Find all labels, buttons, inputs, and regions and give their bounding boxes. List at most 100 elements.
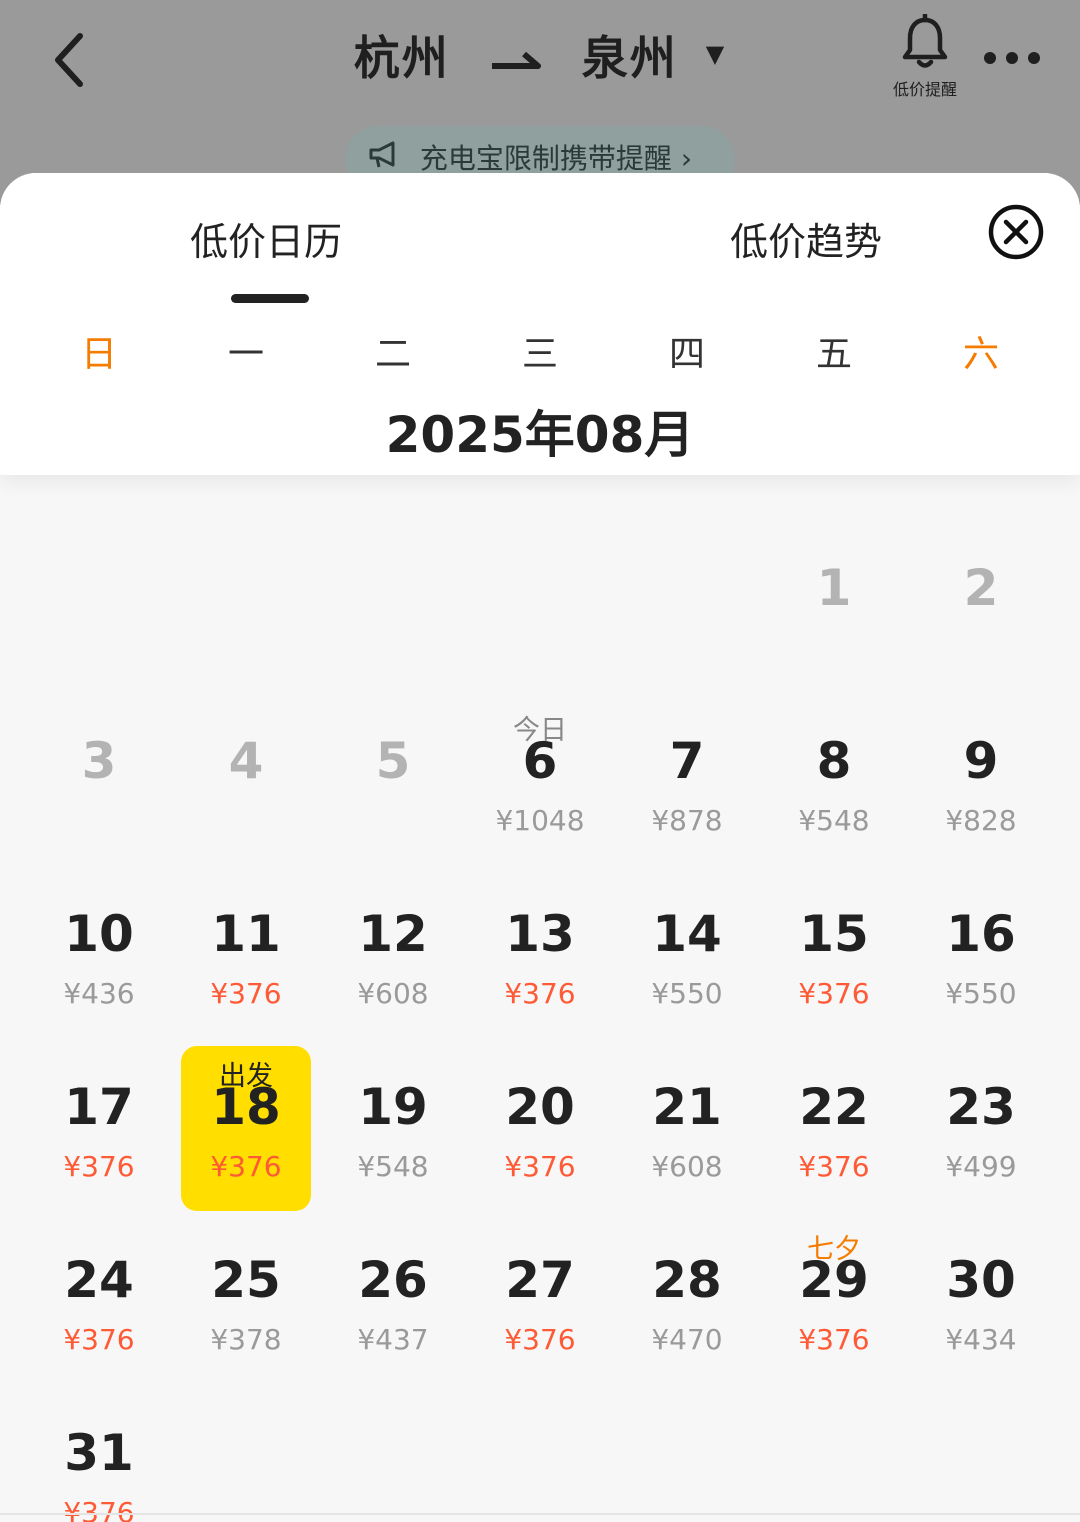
calendar-day[interactable]: 17 ¥376	[34, 1046, 164, 1211]
weekday-thu: 四	[668, 334, 705, 375]
price-label: ¥548	[798, 804, 870, 837]
calendar-day[interactable]: 27 ¥376	[475, 1219, 605, 1384]
day-number: 14	[652, 905, 722, 963]
weekday-tue: 二	[374, 334, 411, 375]
price-label: ¥470	[651, 1323, 723, 1356]
more-button[interactable]	[980, 40, 1044, 76]
calendar-day-selected[interactable]: 出发 18 ¥376	[181, 1046, 311, 1211]
tab-low-price-trend[interactable]: 低价趋势	[730, 211, 882, 266]
price-label: ¥1048	[495, 804, 585, 837]
weekday-wed: 三	[521, 334, 558, 375]
bell-icon	[902, 12, 948, 68]
divider	[0, 1513, 1080, 1515]
active-tab-indicator	[231, 294, 309, 303]
day-number: 15	[799, 905, 869, 963]
day-number: 27	[505, 1251, 575, 1309]
price-label: ¥608	[651, 1150, 723, 1183]
weekday-header-row: 日 一 二 三 四 五 六	[0, 325, 1080, 375]
calendar-day[interactable]: 今日 6 ¥1048	[475, 700, 605, 865]
calendar-day[interactable]: 12 ¥608	[328, 873, 458, 1038]
calendar-day[interactable]: 7 ¥878	[622, 700, 752, 865]
lowest-price-label: ¥376	[504, 1150, 576, 1183]
weekday-fri: 五	[815, 334, 852, 375]
day-number: 28	[652, 1251, 722, 1309]
calendar-day: 4	[181, 700, 311, 865]
calendar-day[interactable]: 11 ¥376	[181, 873, 311, 1038]
lowest-price-label: ¥376	[210, 977, 282, 1010]
day-number: 18	[211, 1078, 281, 1136]
calendar-day[interactable]: 28 ¥470	[622, 1219, 752, 1384]
day-number: 19	[358, 1078, 428, 1136]
calendar-day[interactable]: 19 ¥548	[328, 1046, 458, 1211]
calendar-day[interactable]: 13 ¥376	[475, 873, 605, 1038]
day-number: 12	[358, 905, 428, 963]
calendar-day: 5	[328, 700, 458, 865]
price-label: ¥878	[651, 804, 723, 837]
calendar-day[interactable]: 26 ¥437	[328, 1219, 458, 1384]
lowest-price-label: ¥376	[504, 1323, 576, 1356]
price-label: ¥548	[357, 1150, 429, 1183]
calendar-day[interactable]: 16 ¥550	[916, 873, 1046, 1038]
price-label: ¥434	[945, 1323, 1017, 1356]
calendar-day[interactable]: 9 ¥828	[916, 700, 1046, 865]
day-number: 8	[816, 732, 852, 790]
low-price-calendar-sheet: 低价日历 低价趋势 日 一 二 三 四 五 六 2025年08月 1 2 3 4 5 今日…	[0, 173, 1080, 1522]
lowest-price-label: ¥376	[798, 1323, 870, 1356]
day-number: 2	[963, 559, 999, 617]
day-number: 10	[64, 905, 134, 963]
day-number: 21	[652, 1078, 722, 1136]
day-number: 4	[228, 732, 264, 790]
month-title: 2025年08月	[385, 406, 695, 464]
calendar-day[interactable]: 31 ¥376	[34, 1392, 164, 1522]
chevron-right-icon: ›	[680, 142, 693, 175]
lowest-price-label: ¥376	[798, 1150, 870, 1183]
day-number: 30	[946, 1251, 1016, 1309]
calendar-day[interactable]: 14 ¥550	[622, 873, 752, 1038]
sheet-header: 低价日历 低价趋势 日 一 二 三 四 五 六 2025年08月	[0, 173, 1080, 475]
day-number: 1	[816, 559, 852, 617]
destination-city: 泉州	[581, 31, 678, 85]
close-icon	[988, 204, 1044, 260]
calendar-day[interactable]: 23 ¥499	[916, 1046, 1046, 1211]
day-number: 20	[505, 1078, 575, 1136]
price-label: ¥378	[210, 1323, 282, 1356]
calendar-day[interactable]: 25 ¥378	[181, 1219, 311, 1384]
top-navigation-bar: 杭州 泉州 ▼ 低价提醒 充电宝限制携带提醒 ›	[0, 0, 1080, 200]
calendar-day[interactable]: 10 ¥436	[34, 873, 164, 1038]
lowest-price-label: ¥376	[504, 977, 576, 1010]
calendar-day[interactable]: 24 ¥376	[34, 1219, 164, 1384]
calendar-day[interactable]: 22 ¥376	[769, 1046, 899, 1211]
price-alert-button[interactable]: 低价提醒	[880, 12, 970, 100]
price-label: ¥437	[357, 1323, 429, 1356]
calendar-day[interactable]: 30 ¥434	[916, 1219, 1046, 1384]
calendar-day: 2	[916, 527, 1046, 692]
day-number: 6	[522, 732, 558, 790]
day-number: 3	[81, 732, 117, 790]
day-number: 16	[946, 905, 1016, 963]
day-number: 7	[669, 732, 705, 790]
lowest-price-label: ¥376	[63, 1323, 135, 1356]
calendar-day[interactable]: 15 ¥376	[769, 873, 899, 1038]
day-number: 13	[505, 905, 575, 963]
day-number: 9	[963, 732, 999, 790]
more-dots-icon	[984, 52, 1040, 64]
price-label: ¥550	[945, 977, 1017, 1010]
close-button[interactable]	[987, 203, 1045, 261]
calendar-day[interactable]: 8 ¥548	[769, 700, 899, 865]
calendar-day: 3	[34, 700, 164, 865]
calendar-day[interactable]: 20 ¥376	[475, 1046, 605, 1211]
price-alert-label: 低价提醒	[892, 80, 957, 99]
calendar-day[interactable]: 21 ¥608	[622, 1046, 752, 1211]
price-label: ¥828	[945, 804, 1017, 837]
day-number: 26	[358, 1251, 428, 1309]
day-number: 22	[799, 1078, 869, 1136]
day-number: 24	[64, 1251, 134, 1309]
weekday-mon: 一	[227, 334, 264, 375]
lowest-price-label: ¥376	[63, 1496, 135, 1522]
lowest-price-label: ¥376	[210, 1150, 282, 1183]
day-number: 29	[799, 1251, 869, 1309]
route-arrow-icon	[490, 31, 542, 85]
calendar-day[interactable]: 七夕 29 ¥376	[769, 1219, 899, 1384]
calendar-day: 1	[769, 527, 899, 692]
tab-low-price-calendar[interactable]: 低价日历	[190, 211, 342, 266]
